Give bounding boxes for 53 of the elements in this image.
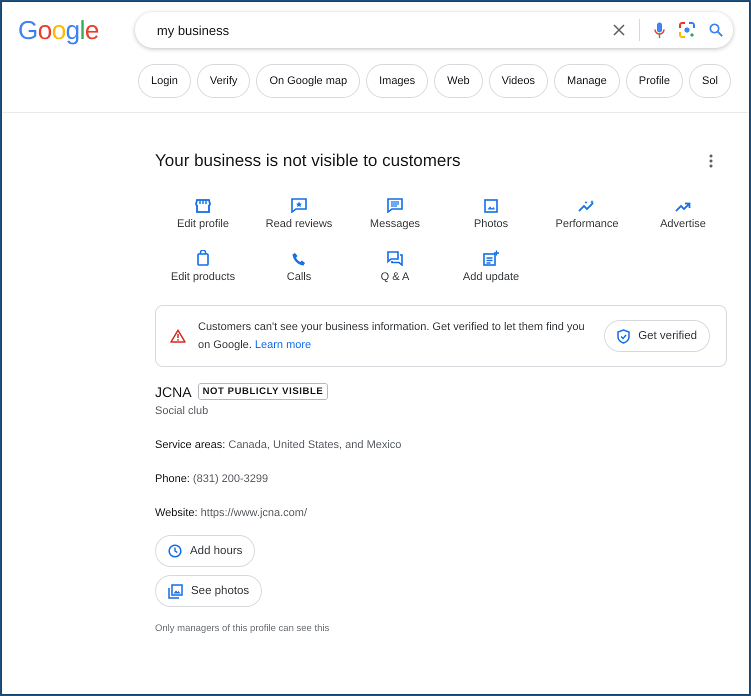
action-link[interactable]: Q & A: [380, 271, 410, 283]
filter-chip[interactable]: Login: [138, 64, 191, 98]
action-link[interactable]: Add update: [462, 271, 520, 283]
google-logo[interactable]: Google: [18, 14, 99, 46]
add-hours-button[interactable]: Add hours: [155, 535, 256, 567]
detail-line: Website: https://www.jcna.com/: [155, 507, 308, 519]
warning-icon: [170, 329, 186, 343]
storefront-icon: [195, 199, 211, 213]
search-icon[interactable]: [708, 23, 723, 37]
panel-title: Your business is not visible to customers: [155, 151, 461, 171]
detail-line: Phone: (831) 200-3299: [155, 473, 270, 485]
filter-chip[interactable]: Images: [366, 64, 428, 98]
shield-check-icon: [617, 328, 630, 344]
action-link[interactable]: Read reviews: [266, 218, 332, 230]
clear-icon[interactable]: [612, 24, 625, 36]
filter-chip[interactable]: Web: [434, 64, 483, 98]
business-category: Social club: [155, 405, 210, 417]
photo-library-icon: [168, 584, 183, 598]
filter-chip[interactable]: On Google map: [256, 64, 360, 98]
action-link[interactable]: Edit profile: [177, 218, 229, 230]
sparkle-chart-icon: [578, 199, 596, 213]
message-icon: [387, 198, 403, 213]
phone-icon: [292, 252, 306, 266]
star-message-icon: [291, 198, 307, 213]
footnote: Only managers of this profile can see this: [155, 623, 330, 634]
shopping-bag-icon: [197, 250, 209, 266]
action-link[interactable]: Messages: [370, 218, 420, 230]
action-link[interactable]: Performance: [556, 218, 618, 230]
more-options-icon[interactable]: [709, 154, 713, 168]
filter-chip[interactable]: Profile: [626, 64, 683, 98]
action-link[interactable]: Advertise: [660, 218, 706, 230]
action-link[interactable]: Photos: [474, 218, 508, 230]
search-field[interactable]: my business: [154, 22, 613, 38]
visibility-badge: NOT PUBLICLY VISIBLE: [198, 383, 328, 400]
action-link[interactable]: Calls: [286, 271, 312, 283]
trend-icon: [675, 201, 691, 213]
filter-chip[interactable]: Manage: [554, 64, 620, 98]
get-verified-button[interactable]: Get verified: [604, 320, 710, 352]
camera-lens-icon[interactable]: [678, 22, 695, 38]
chat-bubbles-icon: [387, 251, 403, 266]
filter-chip[interactable]: Videos: [488, 64, 548, 98]
see-photos-button[interactable]: See photos: [155, 575, 262, 607]
action-link[interactable]: Edit products: [170, 271, 236, 283]
filter-chip[interactable]: Sol: [688, 64, 731, 98]
microphone-icon[interactable]: [654, 22, 665, 38]
image-icon: [484, 199, 498, 213]
learn-more-link[interactable]: Learn more: [254, 339, 312, 351]
business-name: JCNA: [155, 384, 192, 400]
post-add-icon: [483, 250, 499, 266]
filter-chip[interactable]: Verify: [196, 64, 250, 98]
clock-icon: [168, 544, 182, 558]
warning-message: Customers can't see your business information. Get verified to let them find you on Google. Learn more: [198, 320, 586, 353]
detail-line: Service areas: Canada, United States, and Mexico: [155, 439, 402, 451]
